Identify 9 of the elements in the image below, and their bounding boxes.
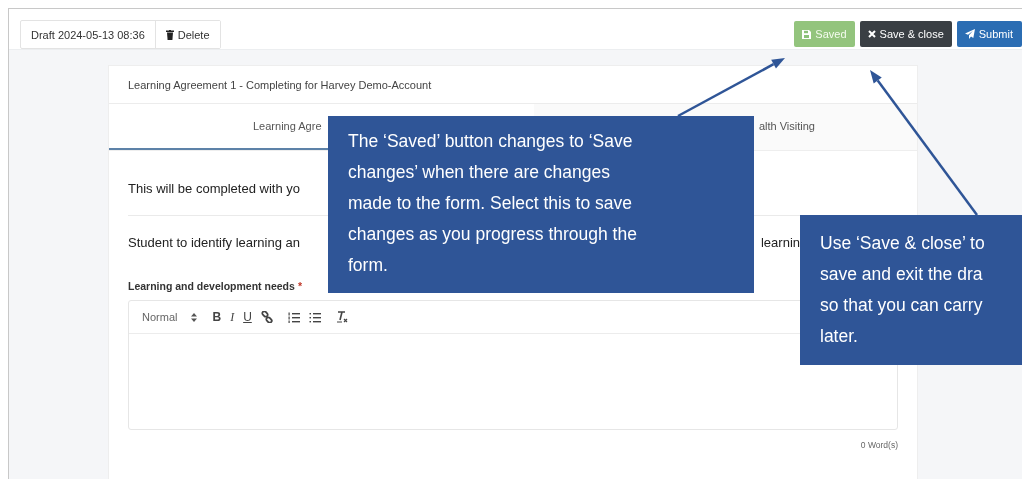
field-label: Learning and development needs bbox=[128, 280, 295, 292]
callout-tooltip: Use ‘Save & close’ to save and exit the dra so that you can carry later. bbox=[800, 215, 1022, 365]
draft-label: Draft 2024-05-13 08:36 bbox=[21, 21, 156, 48]
word-count: 0 Word(s) bbox=[859, 440, 898, 450]
callout-tooltip: The ‘Saved’ button changes to ‘Save changes’ when there are changes made to the form. Select this to save changes as you progress through the form. bbox=[328, 116, 754, 293]
required-mark: * bbox=[297, 280, 302, 292]
prompt-text: learnin bbox=[760, 235, 800, 250]
prompt-text: Student to identify learning an bbox=[128, 235, 300, 250]
intro-text: This will be completed with yo bbox=[128, 181, 300, 196]
